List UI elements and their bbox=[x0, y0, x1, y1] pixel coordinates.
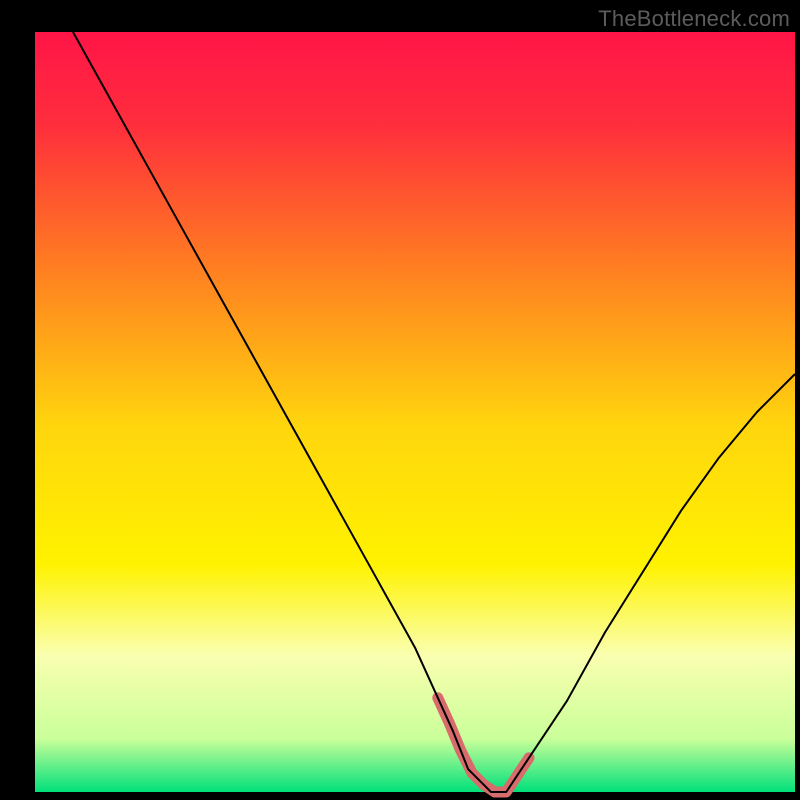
chart-stage: TheBottleneck.com bbox=[0, 0, 800, 800]
plot-background bbox=[35, 32, 795, 792]
watermark-text: TheBottleneck.com bbox=[598, 6, 790, 32]
bottleneck-chart bbox=[0, 0, 800, 800]
